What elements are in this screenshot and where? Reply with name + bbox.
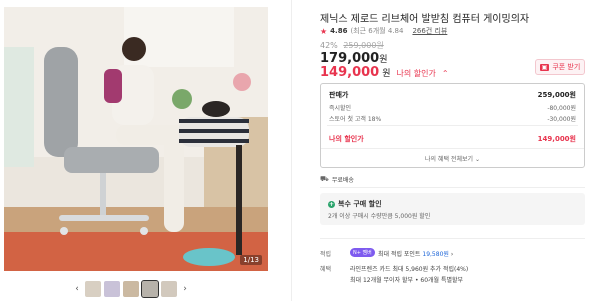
- row-value: -30,000원: [547, 116, 576, 123]
- thumbnail-selected[interactable]: [141, 280, 159, 298]
- all-benefits-link[interactable]: 나의 혜택 전체보기 ⌄: [321, 154, 584, 163]
- image-counter: 1/13: [240, 255, 262, 265]
- discount-rate: 42%: [320, 41, 338, 50]
- my-price-value: 149,000: [320, 65, 380, 80]
- shipping-text: 무료배송: [331, 177, 354, 184]
- row-label: 판매가: [329, 91, 349, 99]
- sale-price-value: 179,000: [320, 51, 380, 66]
- rating-value: 4.86: [330, 27, 348, 35]
- breakdown-row: 스토어 첫 고객 18% -30,000원: [329, 114, 576, 123]
- review-count-link[interactable]: 266건 리뷰: [412, 26, 447, 36]
- currency: 원: [379, 55, 388, 65]
- divider: [291, 0, 292, 301]
- points-text: 최대 적립 포인트: [378, 251, 421, 258]
- sale-price: 179,000원: [320, 51, 388, 66]
- divider: [320, 187, 585, 188]
- chevron-right-icon[interactable]: ›: [180, 284, 190, 294]
- coupon-icon: ▣: [539, 63, 550, 71]
- row-label: 스토어 첫 고객 18%: [329, 116, 382, 123]
- discount-row: 42% 259,000원: [320, 40, 384, 51]
- row-value: 149,000원: [537, 135, 576, 143]
- thumbnail[interactable]: [161, 281, 177, 297]
- row-label: 나의 할인가: [329, 135, 364, 143]
- benefits-label: 혜택: [320, 266, 332, 273]
- divider: [320, 238, 585, 239]
- my-price[interactable]: 149,000 원 나의 할인가 ⌃: [320, 65, 449, 80]
- thumbnail[interactable]: [123, 281, 139, 297]
- points-label: 적립: [320, 251, 332, 258]
- product-photo: [4, 7, 268, 271]
- truck-icon: ⛟: [320, 175, 329, 183]
- coupon-label: 쿠폰 받기: [552, 63, 581, 71]
- row-value: -80,000원: [547, 105, 576, 112]
- divider: [321, 148, 584, 149]
- benefit-line: 라인프렌즈 카드 최대 5,960원 추가 적립(4%): [350, 266, 469, 273]
- star-icon: ★: [320, 26, 328, 36]
- multi-discount-title-text: 복수 구매 할인: [338, 200, 382, 208]
- membership-badge: N+ 멤버: [350, 248, 375, 257]
- points-info[interactable]: 최대 적립 포인트 19,580원 ›: [378, 249, 453, 258]
- multi-purchase-discount: + 복수 구매 할인 2개 이상 구매시 수량만큼 5,000원 할인: [320, 193, 585, 225]
- thumbnail[interactable]: [104, 281, 120, 297]
- price-breakdown-box: 판매가 259,000원 즉시할인 -80,000원 스토어 첫 고객 18% …: [320, 83, 585, 168]
- product-main-image[interactable]: 1/13: [4, 7, 268, 271]
- rating-row: ★ 4.86 (최근 6개월 4.84 266건 리뷰: [320, 26, 447, 36]
- currency: 원: [382, 69, 391, 79]
- multi-discount-title: + 복수 구매 할인: [328, 199, 382, 209]
- discount-icon: +: [328, 200, 335, 208]
- chevron-left-icon[interactable]: ‹: [72, 284, 82, 294]
- original-price: 259,000원: [343, 41, 384, 50]
- chevron-down-icon: ⌃: [441, 69, 449, 78]
- breakdown-row-total: 나의 할인가 149,000원: [329, 134, 576, 144]
- row-label: 즉시할인: [329, 105, 352, 112]
- divider: [327, 125, 578, 126]
- breakdown-row: 판매가 259,000원: [329, 90, 576, 100]
- row-value: 259,000원: [537, 91, 576, 99]
- rating-note: (최근 6개월 4.84: [350, 27, 404, 35]
- thumbnail-strip: ‹ ›: [72, 280, 190, 298]
- chevron-right-icon: ›: [450, 251, 454, 258]
- my-price-label: 나의 할인가: [396, 69, 436, 78]
- all-benefits-label: 나의 혜택 전체보기: [425, 156, 474, 163]
- product-title: 제닉스 제로드 리브체어 발받침 컴퓨터 게이밍의자: [320, 14, 530, 25]
- breakdown-row: 즉시할인 -80,000원: [329, 103, 576, 112]
- multi-discount-desc: 2개 이상 구매시 수량만큼 5,000원 할인: [328, 213, 431, 220]
- coupon-button[interactable]: ▣ 쿠폰 받기: [535, 59, 585, 75]
- thumbnail[interactable]: [85, 281, 101, 297]
- shipping-row: ⛟ 무료배송: [320, 175, 354, 184]
- benefit-line: 최대 12개월 무이자 할부 • 60개월 특별할부: [350, 277, 464, 284]
- chevron-down-icon: ⌄: [474, 156, 480, 163]
- points-value: 19,580원: [422, 251, 449, 258]
